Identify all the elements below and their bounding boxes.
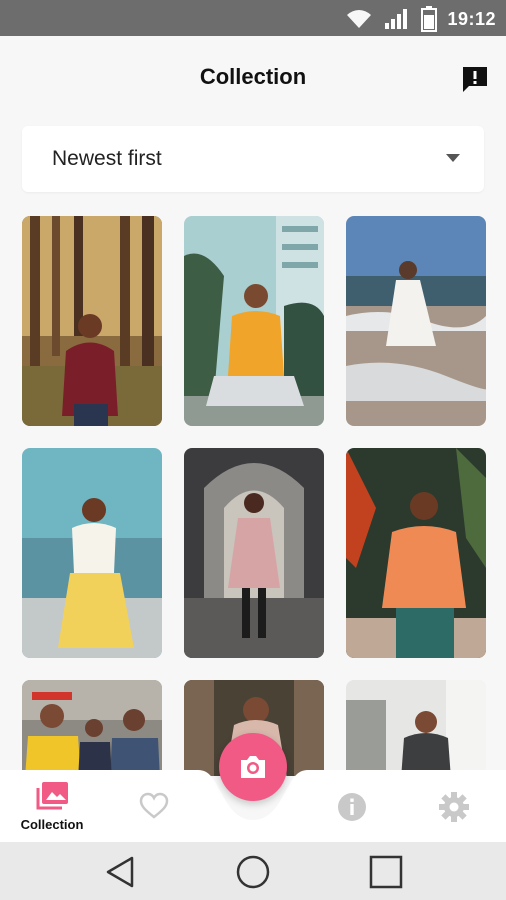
nav-settings[interactable] (414, 782, 494, 838)
signal-icon (385, 9, 408, 29)
status-time: 19:12 (447, 8, 496, 29)
sort-selected-value: Newest first (52, 147, 162, 170)
photo-forest-woman[interactable] (22, 216, 162, 426)
photo-men-yellow-suit[interactable] (22, 680, 162, 776)
nav-info[interactable] (312, 782, 392, 838)
camera-icon (241, 756, 265, 778)
recents-icon[interactable] (366, 852, 406, 892)
nav-collection-label: Collection (20, 817, 84, 832)
chevron-down-icon (446, 154, 460, 162)
status-bar: 19:12 (0, 0, 506, 36)
home-icon[interactable] (233, 852, 273, 892)
gear-icon (439, 792, 469, 822)
photo-yellow-skirt-sea[interactable] (22, 448, 162, 658)
photo-yellow-sweater-woman[interactable] (184, 216, 324, 426)
battery-icon (421, 6, 438, 32)
nav-collection[interactable]: Collection (12, 782, 92, 838)
photo-woman-gray-cardigan[interactable] (346, 680, 486, 776)
system-navigation-bar (0, 842, 506, 900)
page-title: Collection (199, 64, 307, 89)
info-icon (338, 793, 366, 821)
report-icon[interactable] (460, 64, 490, 94)
sort-dropdown[interactable]: Newest first (22, 126, 484, 192)
wifi-icon (347, 10, 372, 28)
photo-orange-shirt-plants[interactable] (346, 448, 486, 658)
back-icon[interactable] (100, 852, 140, 892)
camera-button[interactable] (219, 733, 287, 801)
collection-icon (36, 782, 68, 810)
nav-favorites[interactable] (114, 782, 194, 838)
photo-arcade-pink-coat[interactable] (184, 448, 324, 658)
app-header: Collection (0, 36, 506, 120)
photo-beach-white-dress[interactable] (346, 216, 486, 426)
photo-grid (22, 216, 486, 776)
heart-icon (139, 792, 169, 819)
